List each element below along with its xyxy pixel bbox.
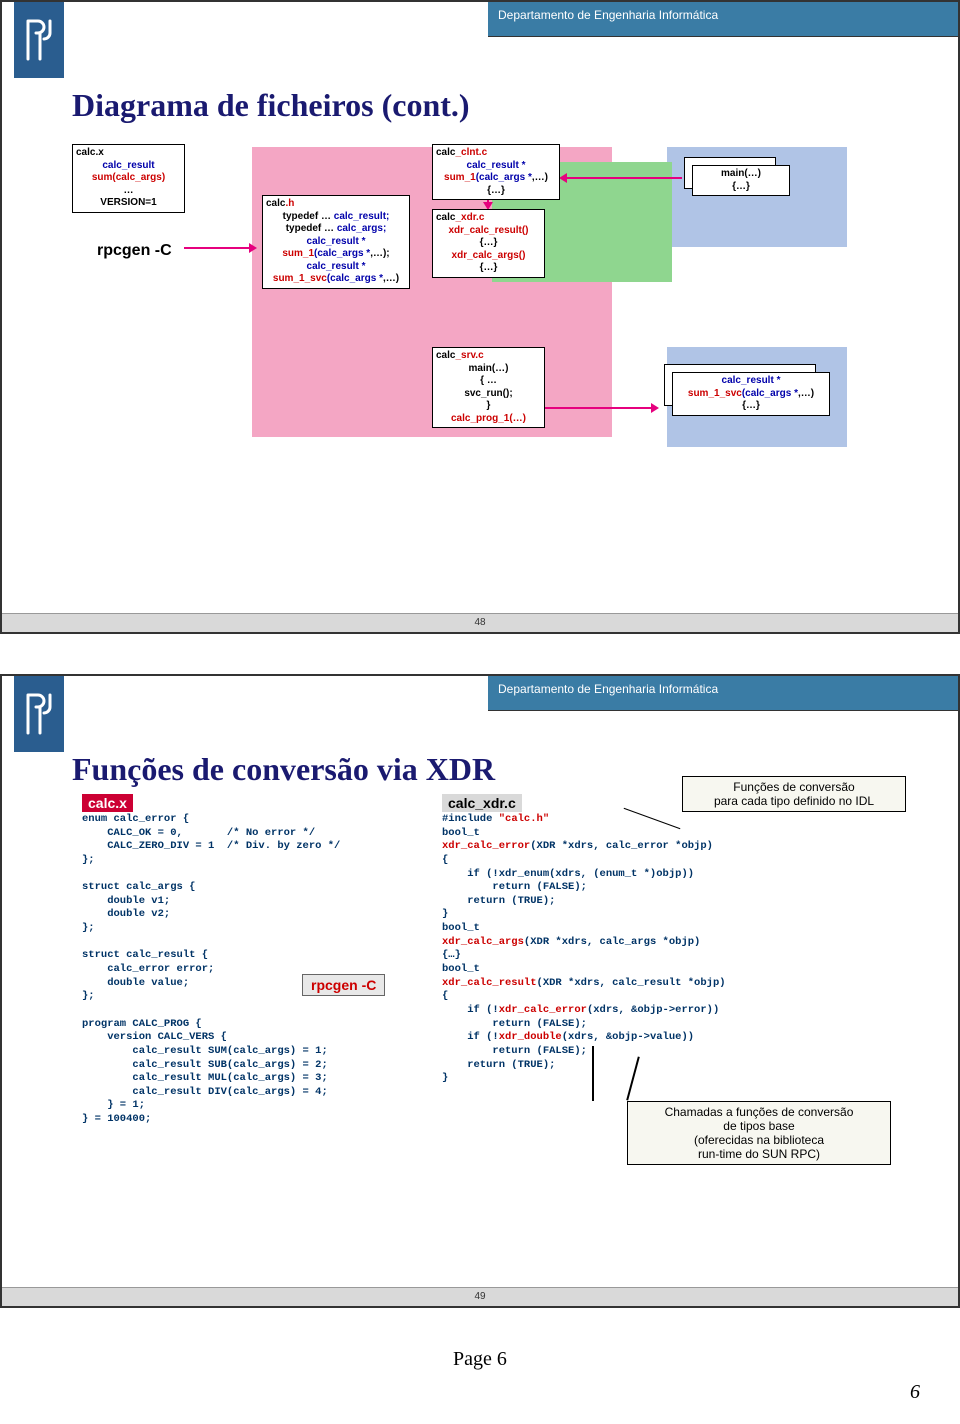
slide-title: Diagrama de ficheiros (cont.) [72,87,470,124]
box-title: calc.h [266,198,406,211]
txt: {…} [436,185,556,198]
slide2-content: calc.x enum calc_error { CALC_OK = 0, /*… [62,756,928,1276]
txt: calc_result * [676,375,826,388]
txt: { … [436,375,541,388]
txt: main(…) [696,168,786,181]
header-dept: Departamento de Engenharia Informática [488,676,958,711]
box-calc-x: calc.x calc_result sum(calc_args) … VERS… [72,144,185,213]
slide-number: 49 [2,1287,958,1306]
box-calc-x-title: calc.x [76,147,181,160]
txt: calc_result * [266,236,406,249]
arrow [544,407,656,409]
arrow [184,247,254,249]
txt: {…} [436,262,541,275]
rpcgen-label: rpcgen -C [97,242,172,260]
callout-line [592,1046,594,1101]
page-number-italic: 6 [0,1381,960,1424]
txt: calc_prog_1(…) [436,413,541,426]
txt: calc_result [76,160,181,173]
txt: xdr_calc_result() [436,225,541,238]
rpcgen-button: rpcgen -C [302,974,385,996]
header-dept: Departamento de Engenharia Informática [488,2,958,37]
xdrc-title: calc_xdr.c [442,794,522,812]
calcx-title: calc.x [82,794,133,812]
txt: {…} [436,237,541,250]
txt: xdr_calc_args() [436,250,541,263]
box-title: calc_clnt.c [436,147,556,160]
xdrc-block: calc_xdr.c #include "calc.h" bool_t xdr_… [442,794,726,1086]
box-calc-srv: calc_srv.c main(…) { … svc_run(); } calc… [432,347,545,428]
txt: calc_result * [436,160,556,173]
txt: VERSION=1 [76,197,181,210]
ist-logo [14,2,64,78]
box-server-impl: calc_result * sum_1_svc(calc_args *,…) {… [672,372,830,416]
box-main-client: main(…) {…} [692,165,790,196]
ist-logo [14,676,64,752]
box-calc-xdr: calc_xdr.c xdr_calc_result() {…} xdr_cal… [432,209,545,278]
calcx-code: enum calc_error { CALC_OK = 0, /* No err… [82,813,340,1127]
xdrc-code: #include "calc.h" bool_t xdr_calc_error(… [442,813,726,1086]
txt: sum(calc_args) [92,172,165,183]
box-calc-h: calc.h typedef … calc_result; typedef … … [262,195,410,289]
txt: calc_result * [266,261,406,274]
callout-bottom: Chamadas a funções de conversãode tipos … [627,1101,891,1165]
callout-top: Funções de conversãopara cada tipo defin… [682,776,906,812]
box-title: calc_srv.c [436,350,541,363]
txt: {…} [696,181,786,194]
calcx-block: calc.x enum calc_error { CALC_OK = 0, /*… [82,794,340,1127]
slide-1: Departamento de Engenharia Informática D… [0,0,960,634]
txt: } [436,400,541,413]
box-title: calc_xdr.c [436,212,541,225]
txt: svc_run(); [436,388,541,401]
slide-2: Departamento de Engenharia Informática F… [0,674,960,1308]
page-label: Page 6 [0,1348,960,1371]
txt: … [76,185,181,198]
arrow [562,177,682,179]
diagram: calc.x calc_result sum(calc_args) … VERS… [72,147,918,592]
txt: {…} [676,400,826,413]
slide-number: 48 [2,613,958,632]
txt: main(…) [436,363,541,376]
box-calc-clnt: calc_clnt.c calc_result * sum_1(calc_arg… [432,144,560,200]
